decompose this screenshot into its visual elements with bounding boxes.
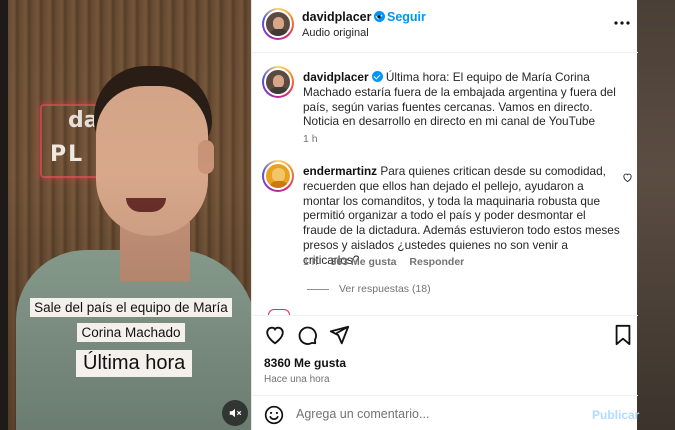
video-caption-bottom: Última hora — [76, 350, 193, 377]
comment-timestamp[interactable]: 1 h — [303, 256, 318, 268]
background-left — [0, 0, 8, 430]
post-panel: davidplacer • Seguir Audio original davi… — [251, 0, 639, 430]
bookmark-icon — [615, 324, 631, 346]
more-horizontal-icon — [614, 21, 630, 25]
emoji-button[interactable] — [264, 405, 284, 430]
comment-input[interactable] — [296, 402, 586, 426]
header-divider — [252, 52, 638, 53]
comment-like-button[interactable] — [622, 170, 633, 188]
caption-timestamp[interactable]: 1 h — [303, 133, 318, 145]
post-time[interactable]: Hace una hora — [264, 374, 330, 385]
author-username-header[interactable]: davidplacer — [302, 10, 386, 24]
paper-plane-icon — [329, 325, 350, 345]
more-options-button[interactable] — [614, 12, 630, 30]
separator-dot: • — [377, 10, 382, 24]
comment-meta: 1 h 363 Me gusta Responder — [303, 256, 474, 268]
comment-item: endermartinz Para quienes critican desde… — [303, 164, 621, 268]
audio-original-link[interactable]: Audio original — [302, 27, 369, 39]
save-button[interactable] — [613, 324, 635, 346]
author-avatar[interactable] — [262, 8, 294, 40]
likes-count[interactable]: 8360 Me gusta — [264, 356, 346, 370]
comment-button[interactable] — [296, 324, 318, 346]
reply-button[interactable]: Responder — [409, 256, 464, 268]
publish-button[interactable]: Publicar — [592, 408, 639, 422]
heart-icon — [266, 326, 284, 345]
emoji-smile-icon — [264, 405, 284, 425]
commenter-username[interactable]: endermartinz — [303, 164, 377, 178]
caption-avatar[interactable] — [262, 66, 294, 98]
heart-outline-icon — [623, 173, 632, 183]
actions-divider — [252, 315, 638, 316]
post-caption: davidplacer Última hora: El equipo de Ma… — [303, 70, 621, 129]
speaker-muted-icon — [229, 408, 242, 418]
share-button[interactable] — [328, 324, 350, 346]
follow-button[interactable]: Seguir — [387, 10, 426, 24]
reel-video[interactable]: da PL Sale del país el equipo de María C… — [8, 0, 251, 430]
verified-badge-icon — [371, 71, 383, 82]
mute-button[interactable] — [222, 400, 248, 426]
comment-bubble-icon — [298, 326, 317, 345]
comment-text: Para quienes critican desde su comodidad… — [303, 164, 620, 267]
video-caption-top: Sale del país el equipo de María Corina … — [13, 295, 249, 345]
view-replies-button[interactable]: Ver respuestas (18) — [339, 283, 431, 295]
caption-username[interactable]: davidplacer — [303, 70, 369, 84]
commenter-avatar[interactable] — [262, 160, 294, 192]
composer-divider — [252, 395, 638, 396]
comment-likes[interactable]: 363 Me gusta — [331, 256, 397, 268]
author-username[interactable]: davidplacer — [302, 10, 371, 24]
like-button[interactable] — [264, 324, 286, 346]
replies-line — [307, 289, 329, 290]
video-caption-top-text: Sale del país el equipo de María Corina … — [30, 298, 232, 342]
background-right — [637, 0, 675, 430]
